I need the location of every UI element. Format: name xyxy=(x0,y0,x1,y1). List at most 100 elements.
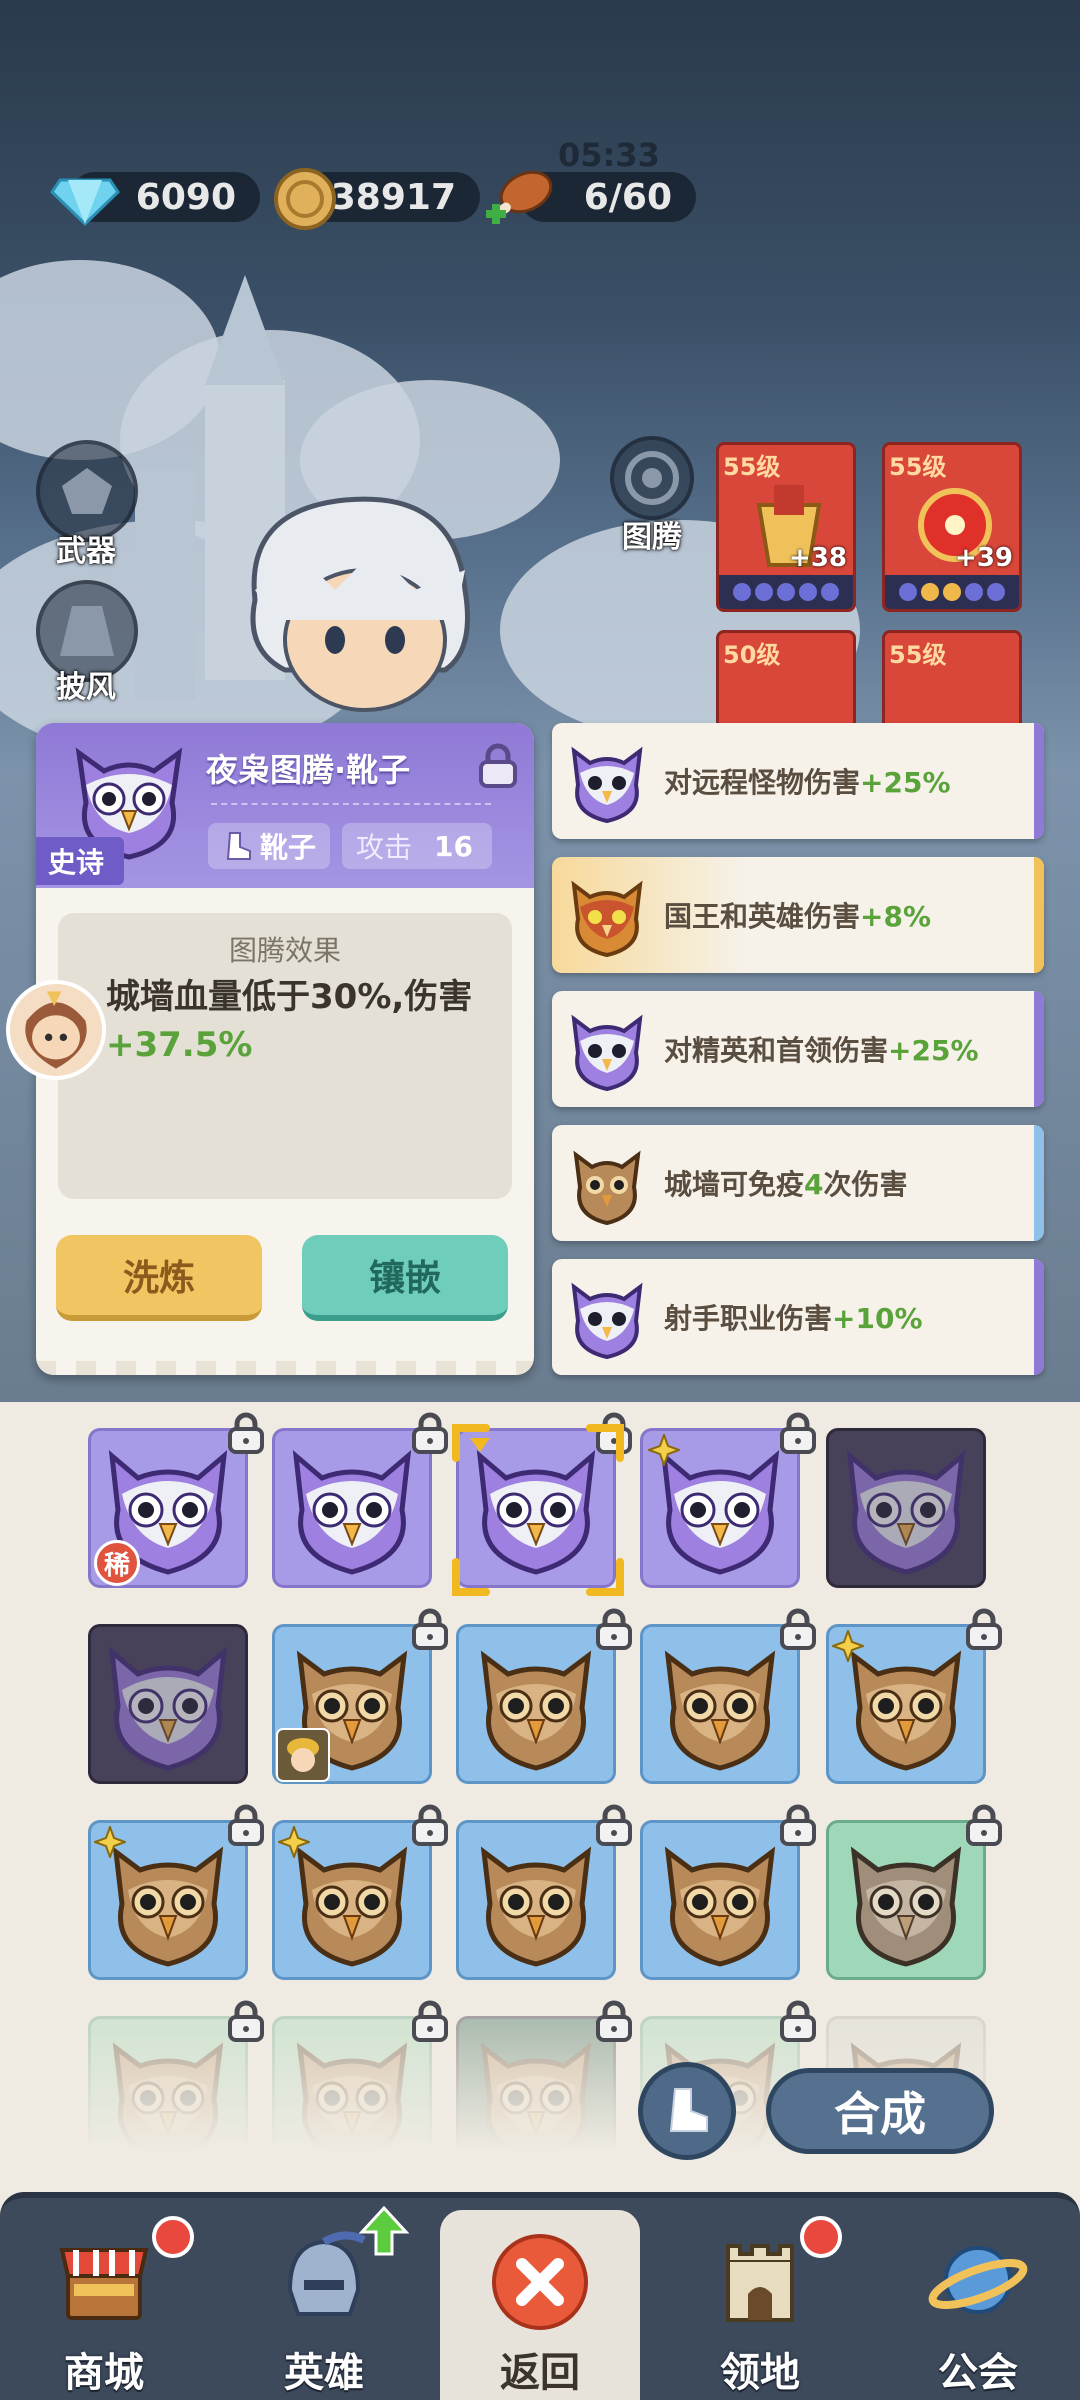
totem-tile[interactable] xyxy=(640,1624,800,1784)
lock-icon[interactable] xyxy=(594,2000,634,2042)
equipped-item-card[interactable]: 55级 +39 xyxy=(882,442,1022,612)
lock-icon[interactable] xyxy=(964,1608,1004,1650)
nav-territory[interactable]: 领地 xyxy=(660,2200,860,2400)
lock-icon[interactable] xyxy=(410,1608,450,1650)
lock-icon[interactable] xyxy=(778,1804,818,1846)
effect-value: +37.5% xyxy=(106,1025,253,1065)
rare-badge: 稀 xyxy=(94,1540,140,1586)
effect-label: 对远程怪物伤害 xyxy=(664,766,861,799)
effect-text: 城墙可免疫4次伤害 xyxy=(664,1163,908,1203)
rarity-stripe xyxy=(1034,1125,1044,1241)
meat-icon[interactable] xyxy=(484,166,556,232)
effect-card[interactable]: 射手职业伤害+10% xyxy=(552,1259,1044,1375)
effect-card[interactable]: 对精英和首领伤害+25% xyxy=(552,991,1044,1107)
rarity-tag: 史诗 xyxy=(36,837,125,885)
legend-owl-icon xyxy=(571,880,643,957)
effect-card[interactable]: 对远程怪物伤害+25% xyxy=(552,723,1044,839)
effect-suffix: 次伤害 xyxy=(823,1168,908,1201)
totem-tile[interactable] xyxy=(640,1820,800,1980)
lock-icon[interactable] xyxy=(226,2000,266,2042)
effect-value: +8% xyxy=(860,900,932,933)
effect-label: 城墙可免疫 xyxy=(664,1168,805,1201)
selection-frame xyxy=(452,1424,624,1596)
nav-guild-label: 公会 xyxy=(938,2350,1018,2396)
cloak-slot-icon xyxy=(60,606,114,656)
lock-icon[interactable] xyxy=(594,1804,634,1846)
equipped-item-card[interactable]: 55级 +38 xyxy=(716,442,856,612)
effect-text: 国王和英雄伤害+8% xyxy=(664,895,931,935)
nav-back-label: 返回 xyxy=(500,2350,580,2396)
notification-dot xyxy=(800,2216,842,2258)
effect-value: 4 xyxy=(804,1168,824,1201)
lock-icon[interactable] xyxy=(226,1804,266,1846)
effect-value: +25% xyxy=(860,766,951,799)
attack-value: 16 xyxy=(434,829,473,863)
brown-owl-totem-icon xyxy=(650,1830,790,1970)
purple-owl-totem-icon xyxy=(836,1438,976,1578)
title-divider xyxy=(211,803,491,805)
coin-icon xyxy=(272,166,338,232)
equipped-item-card[interactable]: 50级 xyxy=(716,630,856,730)
effect-label: 射手职业伤害 xyxy=(664,1302,833,1335)
slot-label: 靴子 xyxy=(260,831,317,864)
lock-icon[interactable] xyxy=(226,1412,266,1454)
attack-label: 攻击 xyxy=(356,831,413,864)
nav-back[interactable]: 返回 xyxy=(440,2210,640,2400)
hero-character xyxy=(250,496,470,712)
totem-tile[interactable] xyxy=(826,1820,986,1980)
effect-text: 对远程怪物伤害+25% xyxy=(664,761,951,801)
equipped-hero-icon xyxy=(276,1728,330,1782)
brown-owl-icon xyxy=(573,1150,641,1225)
nav-heroes[interactable]: 英雄 xyxy=(224,2200,424,2400)
totem-slot-icon xyxy=(625,451,679,505)
equipped-item-card[interactable]: 55级 xyxy=(882,630,1022,730)
lock-icon[interactable] xyxy=(410,1412,450,1454)
effect-card[interactable]: 国王和英雄伤害+8% xyxy=(552,857,1044,973)
cloak-slot-label: 披风 xyxy=(56,670,116,705)
star-icon xyxy=(648,1434,680,1466)
totem-detail-panel: 夜枭图腾·靴子 靴子 攻击 16 史诗 图腾效果 城墙血量低于30%,伤害 +37… xyxy=(36,723,534,1375)
stamina-count: 6/60 xyxy=(583,176,672,218)
merge-button[interactable]: 合成 xyxy=(766,2068,994,2154)
lock-icon[interactable] xyxy=(476,743,520,789)
lock-icon[interactable] xyxy=(778,1608,818,1650)
lock-icon[interactable] xyxy=(778,1412,818,1454)
brown-owl-totem-icon xyxy=(650,1634,790,1774)
nav-shop[interactable]: 商城 xyxy=(4,2200,204,2400)
effect-text: 对精英和首领伤害+25% xyxy=(664,1029,979,1069)
hero-avatar[interactable] xyxy=(6,980,106,1080)
totem-effect-box: 图腾效果 城墙血量低于30%,伤害 +37.5% xyxy=(58,913,512,1199)
lock-icon[interactable] xyxy=(410,1804,450,1846)
nav-guild[interactable]: 公会 xyxy=(878,2200,1078,2400)
lock-icon[interactable] xyxy=(594,1608,634,1650)
effect-value: +25% xyxy=(888,1034,979,1067)
weapon-slot-label: 武器 xyxy=(56,534,116,569)
totem-tile-equipped[interactable] xyxy=(88,1624,248,1784)
slot-chip: 靴子 xyxy=(208,823,330,869)
effect-text: 射手职业伤害+10% xyxy=(664,1297,923,1337)
gem-icon xyxy=(50,168,120,228)
epic-owl-icon xyxy=(571,1014,643,1091)
rarity-stripe xyxy=(1034,991,1044,1107)
refine-button[interactable]: 洗炼 xyxy=(56,1235,262,1321)
epic-owl-icon xyxy=(571,746,643,823)
notification-dot xyxy=(152,2216,194,2258)
purple-owl-totem-icon xyxy=(282,1438,422,1578)
brown-owl-totem-icon xyxy=(466,1634,606,1774)
totem-slot[interactable] xyxy=(610,436,694,520)
lock-icon[interactable] xyxy=(410,2000,450,2042)
weapon-slot-icon xyxy=(62,468,112,514)
lock-icon[interactable] xyxy=(964,1804,1004,1846)
lock-icon[interactable] xyxy=(778,2000,818,2042)
totem-tile-equipped[interactable] xyxy=(826,1428,986,1588)
castle-icon xyxy=(726,2244,794,2322)
totem-tile[interactable] xyxy=(272,1428,432,1588)
stamina-timer: 05:33 xyxy=(558,136,660,174)
rarity-stripe xyxy=(1034,857,1044,973)
totem-tile[interactable] xyxy=(456,1820,616,1980)
effect-card[interactable]: 城墙可免疫4次伤害 xyxy=(552,1125,1044,1241)
totem-tile[interactable] xyxy=(456,1624,616,1784)
filter-slot-button[interactable] xyxy=(638,2062,736,2160)
inlay-button[interactable]: 镶嵌 xyxy=(302,1235,508,1321)
effect-description: 城墙血量低于30%,伤害 +37.5% xyxy=(106,973,516,1069)
